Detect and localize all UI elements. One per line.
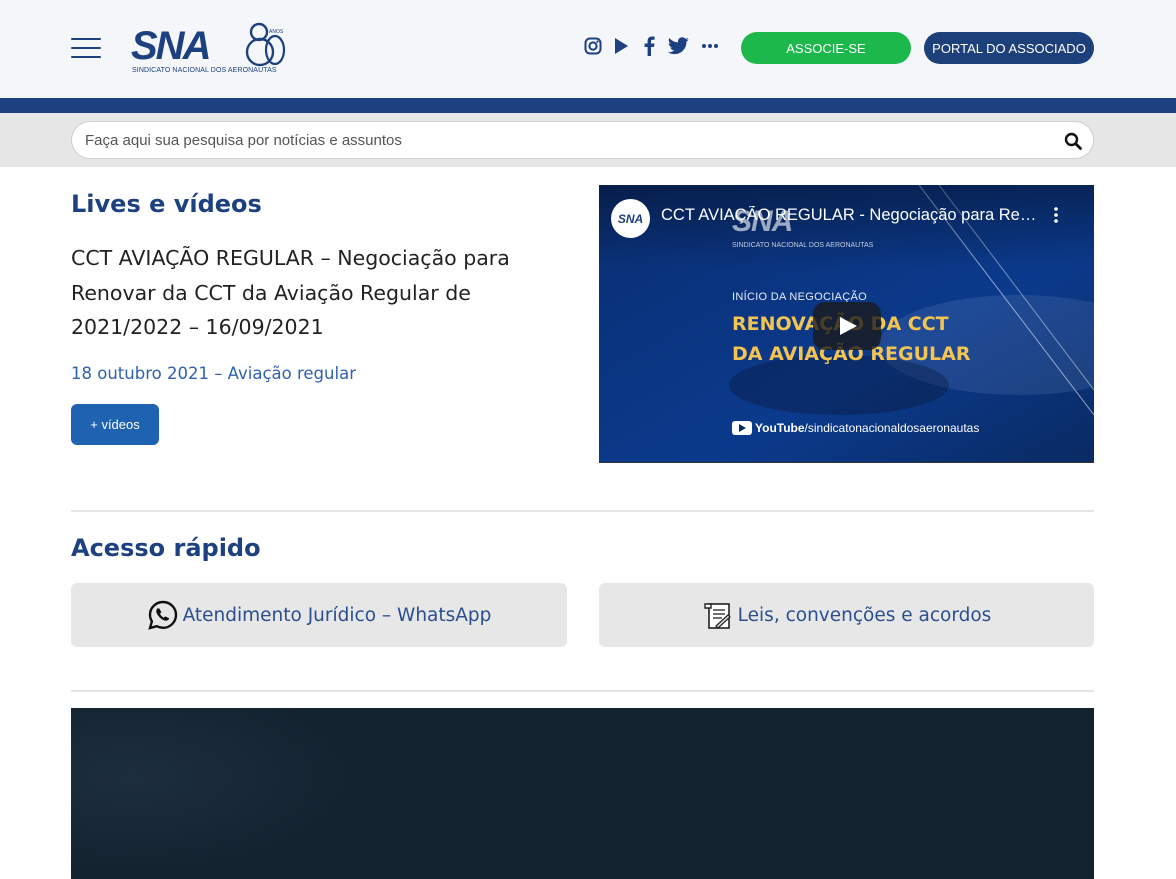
dark-banner bbox=[71, 708, 1094, 879]
embed-more-icon[interactable] bbox=[1051, 207, 1061, 227]
header-accent-bar bbox=[0, 98, 1176, 113]
twitter-icon[interactable] bbox=[667, 36, 689, 56]
video-meta-link[interactable]: 18 outubro 2021 – Aviação regular bbox=[71, 364, 356, 383]
logo-subtitle: SINDICATO NACIONAL DOS AERONAUTAS bbox=[132, 67, 277, 74]
quick-link-leis[interactable]: Leis, convenções e acordos bbox=[599, 583, 1094, 647]
site-header: SNA ANOS SINDICATO NACIONAL DOS AERONAUT… bbox=[0, 0, 1176, 98]
embed-title[interactable]: CCT AVIAÇÃO REGULAR - Negociação para Re… bbox=[661, 206, 1041, 225]
youtube-icon bbox=[732, 421, 752, 435]
more-icon[interactable] bbox=[700, 36, 720, 56]
more-videos-button[interactable]: + vídeos bbox=[71, 404, 159, 445]
instagram-icon[interactable] bbox=[583, 36, 603, 56]
logo-80-mark bbox=[245, 22, 286, 67]
section-divider bbox=[71, 690, 1094, 692]
search-input[interactable] bbox=[85, 122, 1045, 158]
thumb-logo-subtitle: SINDICATO NACIONAL DOS AERONAUTAS bbox=[732, 242, 874, 249]
logo-letters: SNA bbox=[131, 24, 211, 68]
whatsapp-icon bbox=[147, 599, 179, 631]
search-icon[interactable] bbox=[1064, 132, 1082, 150]
associe-button[interactable]: ASSOCIE-SE bbox=[741, 32, 911, 64]
portal-associado-button[interactable]: PORTAL DO ASSOCIADO bbox=[924, 32, 1094, 64]
search-box bbox=[71, 121, 1094, 159]
channel-avatar[interactable]: SNA bbox=[611, 199, 650, 238]
acesso-section-title: Acesso rápido bbox=[71, 534, 261, 562]
thumb-yt-brand: YouTube bbox=[755, 421, 805, 435]
play-button-icon[interactable] bbox=[813, 302, 881, 350]
document-icon bbox=[702, 599, 734, 631]
logo-anos: ANOS bbox=[269, 29, 284, 35]
facebook-icon[interactable] bbox=[639, 36, 659, 56]
play-icon[interactable] bbox=[611, 36, 631, 56]
quick-link-label: Leis, convenções e acordos bbox=[737, 604, 992, 626]
embed-bottom-bar bbox=[599, 462, 1094, 466]
youtube-embed[interactable]: SNA SINDICATO NACIONAL DOS AERONAUTAS SN… bbox=[599, 185, 1094, 466]
quick-link-whatsapp[interactable]: Atendimento Jurídico – WhatsApp bbox=[71, 583, 567, 647]
thumb-yt-path: /sindicatonacionaldosaeronautas bbox=[804, 421, 980, 435]
lives-section-title: Lives e vídeos bbox=[71, 190, 262, 218]
menu-icon[interactable] bbox=[71, 38, 101, 58]
thumb-youtube-channel: YouTube /sindicatonacionaldosaeronautas bbox=[732, 421, 979, 435]
video-title[interactable]: CCT AVIAÇÃO REGULAR – Negociação para Re… bbox=[71, 241, 551, 345]
section-divider bbox=[71, 510, 1094, 512]
quick-link-label: Atendimento Jurídico – WhatsApp bbox=[182, 604, 492, 626]
logo[interactable]: SNA ANOS SINDICATO NACIONAL DOS AERONAUT… bbox=[131, 20, 286, 78]
